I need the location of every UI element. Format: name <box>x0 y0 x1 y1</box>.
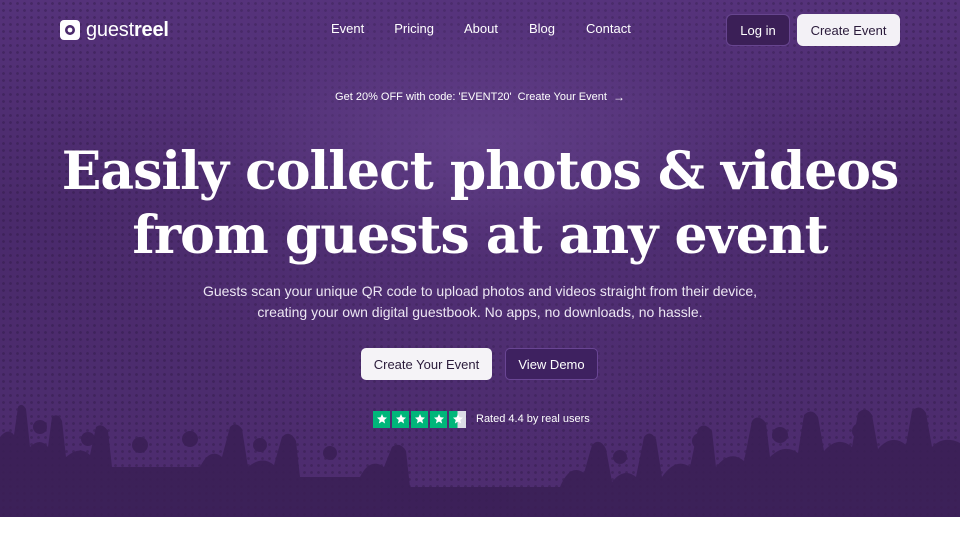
star-icon <box>392 410 409 428</box>
nav-links: Event Pricing About Blog Contact <box>331 21 631 36</box>
promo-link[interactable]: Create Your Event <box>518 91 607 103</box>
rating-text: Rated 4.4 by real users <box>476 413 590 425</box>
brand-name: guestreel <box>86 18 169 41</box>
headline-line-1: Easily collect photos & videos <box>61 141 900 202</box>
hero-headline: Easily collect photos & videos from gues… <box>0 140 960 268</box>
star-rating <box>373 410 466 428</box>
star-icon <box>430 410 447 428</box>
page-below-hero <box>0 517 960 540</box>
logo-icon <box>60 20 80 40</box>
headline-line-2: from guests at any event <box>132 205 828 266</box>
nav-link-pricing[interactable]: Pricing <box>394 21 434 36</box>
promo-banner[interactable]: Get 20% OFF with code: 'EVENT20' Create … <box>0 90 960 104</box>
create-your-event-button[interactable]: Create Your Event <box>361 348 492 380</box>
star-icon <box>373 410 390 428</box>
star-half-icon <box>449 410 466 428</box>
hero-section: guestreel Event Pricing About Blog Conta… <box>0 0 960 517</box>
login-button[interactable]: Log in <box>726 14 790 46</box>
create-event-button[interactable]: Create Event <box>797 14 900 46</box>
brand-logo[interactable]: guestreel <box>60 18 169 42</box>
rating-widget: Rated 4.4 by real users <box>373 410 590 428</box>
view-demo-button[interactable]: View Demo <box>505 348 598 380</box>
star-icon <box>411 410 428 428</box>
nav-link-contact[interactable]: Contact <box>586 21 631 36</box>
promo-text: Get 20% OFF with code: 'EVENT20' <box>335 91 512 103</box>
nav-link-blog[interactable]: Blog <box>529 21 555 36</box>
nav-link-event[interactable]: Event <box>331 21 364 36</box>
nav-link-about[interactable]: About <box>464 21 498 36</box>
arrow-right-icon: → <box>612 90 625 104</box>
top-nav: guestreel Event Pricing About Blog Conta… <box>0 0 960 60</box>
hero-subtext: Guests scan your unique QR code to uploa… <box>202 283 758 320</box>
